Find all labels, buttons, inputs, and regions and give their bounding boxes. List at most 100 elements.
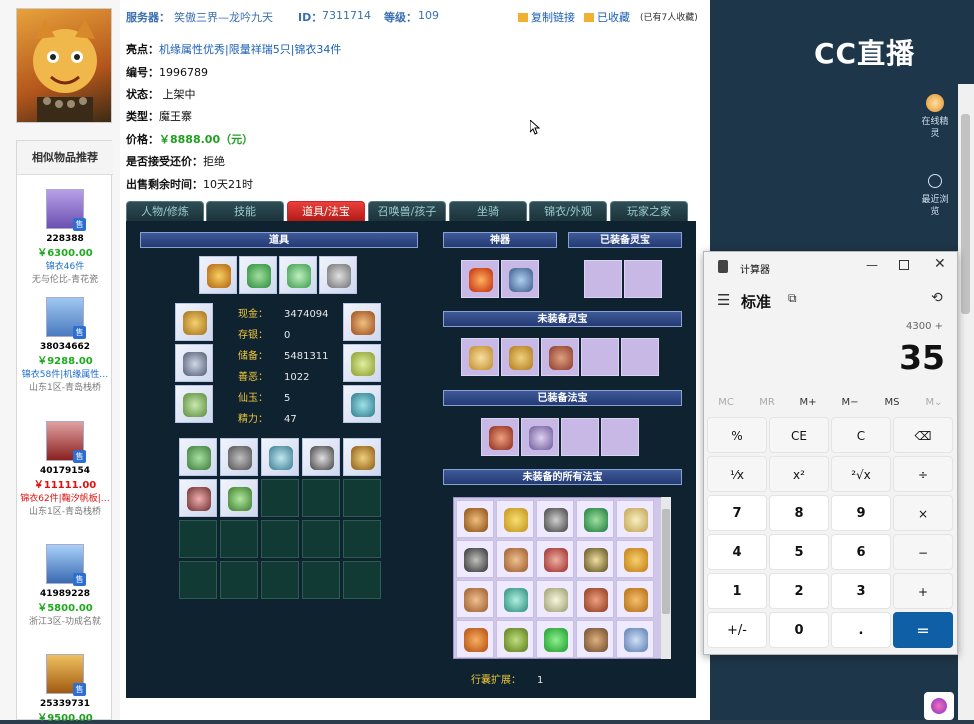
minus-button[interactable]: −	[893, 534, 953, 570]
percent-button[interactable]: %	[707, 417, 767, 453]
scrollbar-thumb[interactable]	[662, 509, 670, 614]
lingbao-slot[interactable]	[461, 338, 499, 376]
memory-list-button[interactable]: M⌄	[914, 397, 954, 408]
fabao-bag-slot[interactable]	[616, 580, 654, 618]
fabao-bag-slot[interactable]	[536, 540, 574, 578]
tab-mounts[interactable]: 坐骑	[449, 201, 527, 221]
equals-button[interactable]: =	[893, 612, 953, 648]
empty-inventory-slot[interactable]	[343, 561, 381, 599]
equipment-slot[interactable]	[319, 256, 357, 294]
similar-item-desc[interactable]: 锦衣46件	[17, 259, 113, 272]
tab-skills[interactable]: 技能	[206, 201, 284, 221]
similar-item-avatar[interactable]: 售	[46, 421, 86, 463]
inventory-slot[interactable]	[261, 438, 299, 476]
tab-home[interactable]: 玩家之家	[610, 201, 688, 221]
inventory-slot[interactable]	[179, 438, 217, 476]
fabao-bag-slot[interactable]	[456, 620, 494, 658]
clear-entry-button[interactable]: CE	[769, 417, 829, 453]
tab-summons[interactable]: 召唤兽/孩子	[368, 201, 446, 221]
fabao-bag-slot[interactable]	[576, 580, 614, 618]
empty-inventory-slot[interactable]	[261, 479, 299, 517]
shenqi-slot[interactable]	[501, 260, 539, 298]
clear-button[interactable]: C	[831, 417, 891, 453]
minimize-icon[interactable]: —	[866, 258, 878, 272]
reciprocal-button[interactable]: ¹⁄x	[707, 456, 767, 492]
inventory-slot[interactable]	[220, 479, 258, 517]
scrollbar-thumb[interactable]	[961, 114, 970, 314]
fabao-bag-slot[interactable]	[576, 500, 614, 538]
shenqi-slot[interactable]	[461, 260, 499, 298]
decimal-button[interactable]: .	[831, 612, 891, 648]
digit-2-button[interactable]: 2	[769, 573, 829, 609]
fabao-bag-slot[interactable]	[536, 620, 574, 658]
equipment-slot[interactable]	[239, 256, 277, 294]
lingbao-slot[interactable]	[541, 338, 579, 376]
empty-inventory-slot[interactable]	[343, 479, 381, 517]
lingbao-slot[interactable]	[501, 338, 539, 376]
page-scrollbar[interactable]	[958, 84, 974, 720]
empty-inventory-slot[interactable]	[220, 561, 258, 599]
favorite-button[interactable]: 已收藏	[584, 9, 630, 25]
memory-subtract-button[interactable]: M−	[830, 397, 870, 408]
lingbao-slot[interactable]	[581, 338, 619, 376]
keep-on-top-icon[interactable]: ⧉	[788, 291, 797, 306]
similar-item-desc[interactable]: 锦衣62件|鞠汐帆板|…	[17, 491, 113, 504]
inventory-slot[interactable]	[343, 438, 381, 476]
empty-inventory-slot[interactable]	[302, 561, 340, 599]
lingbao-slot[interactable]	[584, 260, 622, 298]
cc-app-icon[interactable]	[924, 692, 954, 720]
divide-button[interactable]: ÷	[893, 456, 953, 492]
fabao-bag-slot[interactable]	[536, 500, 574, 538]
similar-item-avatar[interactable]: 售	[46, 544, 86, 586]
tab-appearance[interactable]: 锦衣/外观	[529, 201, 607, 221]
fabao-bag-slot[interactable]	[616, 540, 654, 578]
equipment-slot[interactable]	[175, 303, 213, 341]
inventory-slot[interactable]	[179, 479, 217, 517]
similar-item-avatar[interactable]: 售	[46, 654, 86, 696]
fabao-bag-slot[interactable]	[456, 580, 494, 618]
calculator-titlebar[interactable]: 计算器 — ✕	[704, 252, 959, 282]
copy-link-button[interactable]: 复制链接	[518, 9, 575, 25]
maximize-icon[interactable]	[899, 260, 909, 270]
lingbao-slot[interactable]	[621, 338, 659, 376]
similar-item[interactable]: 售 228388 ￥6300.00 锦衣46件 无与伦比-青花瓷	[17, 189, 113, 285]
similar-item[interactable]: 售 25339731 ￥9500.00	[17, 654, 113, 724]
empty-inventory-slot[interactable]	[302, 479, 340, 517]
plus-button[interactable]: +	[893, 573, 953, 609]
square-button[interactable]: x²	[769, 456, 829, 492]
equipment-slot[interactable]	[343, 385, 381, 423]
empty-inventory-slot[interactable]	[343, 520, 381, 558]
close-icon[interactable]: ✕	[934, 256, 946, 272]
equipment-slot[interactable]	[199, 256, 237, 294]
history-icon[interactable]: ⟲	[931, 290, 943, 306]
fabao-slot[interactable]	[561, 418, 599, 456]
fabao-bag-slot[interactable]	[456, 540, 494, 578]
similar-item-avatar[interactable]: 售	[46, 297, 86, 339]
recent-browse-button[interactable]: 最近浏览	[920, 174, 950, 218]
memory-add-button[interactable]: M+	[788, 397, 828, 408]
similar-item[interactable]: 售 40179154 ￥11111.00 锦衣62件|鞠汐帆板|… 山东1区-青…	[17, 421, 113, 517]
equipment-slot[interactable]	[279, 256, 317, 294]
empty-inventory-slot[interactable]	[179, 520, 217, 558]
equipment-slot[interactable]	[343, 344, 381, 382]
fabao-slot[interactable]	[481, 418, 519, 456]
similar-item-desc[interactable]: 锦衣58件|机缘属性…	[17, 367, 113, 380]
similar-item[interactable]: 售 38034662 ￥9288.00 锦衣58件|机缘属性… 山东1区-青岛栈…	[17, 297, 113, 393]
lingbao-slot[interactable]	[624, 260, 662, 298]
online-elf-button[interactable]: 在线精灵	[920, 94, 950, 140]
fabao-bag-slot[interactable]	[576, 540, 614, 578]
fabao-bag-slot[interactable]	[496, 500, 534, 538]
empty-inventory-slot[interactable]	[261, 561, 299, 599]
memory-store-button[interactable]: MS	[872, 397, 912, 408]
fabao-slot[interactable]	[521, 418, 559, 456]
fabao-bag-slot[interactable]	[456, 500, 494, 538]
fabao-bag-slot[interactable]	[616, 620, 654, 658]
empty-inventory-slot[interactable]	[179, 561, 217, 599]
fabao-bag-slot[interactable]	[496, 620, 534, 658]
digit-6-button[interactable]: 6	[831, 534, 891, 570]
fabao-bag-slot[interactable]	[496, 540, 534, 578]
empty-inventory-slot[interactable]	[302, 520, 340, 558]
equipment-slot[interactable]	[343, 303, 381, 341]
tab-items[interactable]: 道具/法宝	[287, 201, 365, 221]
digit-3-button[interactable]: 3	[831, 573, 891, 609]
